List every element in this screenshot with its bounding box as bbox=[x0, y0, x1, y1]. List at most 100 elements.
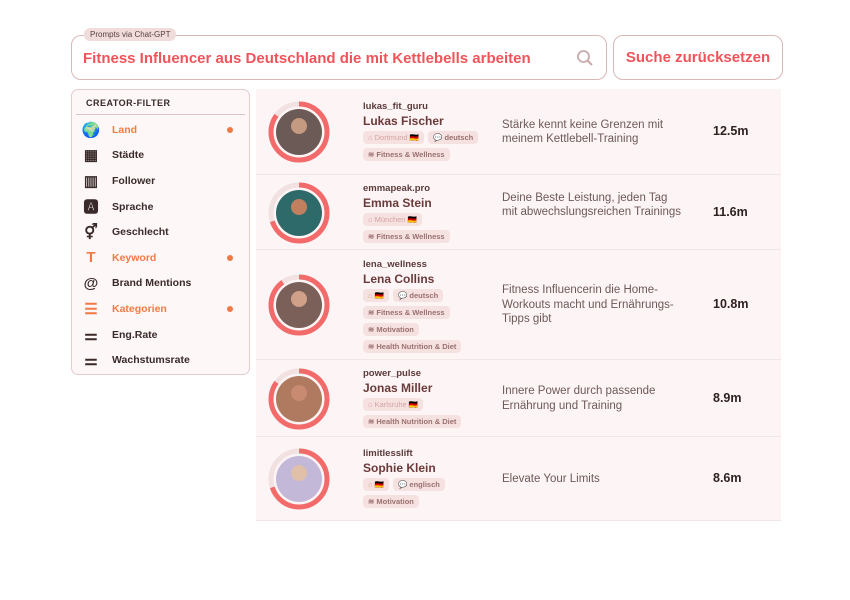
filter-label: Sprache bbox=[112, 200, 154, 213]
active-indicator bbox=[227, 254, 233, 261]
filter-item-kategorien[interactable]: ☰ Kategorien bbox=[72, 296, 249, 322]
german-flag-icon: 🇩🇪 bbox=[409, 133, 419, 142]
filter-label: Städte bbox=[112, 149, 145, 162]
german-flag-icon: 🇩🇪 bbox=[374, 480, 384, 489]
search-input[interactable]: Fitness Influencer aus Deutschland die m… bbox=[83, 50, 531, 67]
location-chip: ⌂ 🇩🇪 bbox=[363, 478, 389, 491]
creator-list: lukas_fit_guru Lukas Fischer ⌂ Dortmund … bbox=[256, 89, 781, 521]
filter-item-eng-rate[interactable]: ⚌ Eng.Rate bbox=[72, 322, 249, 348]
filter-label: Follower bbox=[112, 174, 156, 187]
follower-count: 10.8m bbox=[713, 297, 749, 311]
creator-name[interactable]: Jonas Miller bbox=[363, 381, 493, 395]
creator-row[interactable]: lukas_fit_guru Lukas Fischer ⌂ Dortmund … bbox=[256, 89, 781, 175]
creator-handle[interactable]: limitlesslift bbox=[363, 448, 493, 459]
filter-label: Kategorien bbox=[112, 302, 167, 315]
avatar[interactable] bbox=[268, 182, 330, 244]
search-box[interactable]: Prompts via Chat-GPT Fitness Influencer … bbox=[71, 28, 607, 80]
category-chip: ≋ Fitness & Wellness bbox=[363, 306, 450, 319]
german-flag-icon: 🇩🇪 bbox=[407, 215, 417, 224]
category-chip: ≋ Health Nutrition & Diet bbox=[363, 415, 462, 428]
creator-name[interactable]: Lena Collins bbox=[363, 272, 493, 286]
sliders-icon: ⚌ bbox=[84, 352, 98, 370]
reset-search-button[interactable]: Suche zurücksetzen bbox=[613, 35, 783, 80]
creator-row[interactable]: emmapeak.pro Emma Stein ⌂ München 🇩🇪 ≋ Fi… bbox=[256, 175, 781, 250]
chat-icon: 💬 bbox=[397, 291, 408, 300]
layers-icon: ≋ bbox=[368, 325, 375, 334]
translate-icon: 🅰 bbox=[83, 199, 99, 217]
home-icon: ⌂ bbox=[368, 215, 373, 224]
location-chip: ⌂ 🇩🇪 bbox=[363, 289, 389, 302]
creator-handle[interactable]: lena_wellness bbox=[363, 259, 493, 270]
filter-label: Keyword bbox=[112, 251, 157, 264]
sliders-icon: ⚌ bbox=[84, 326, 98, 344]
home-icon: ⌂ bbox=[368, 480, 373, 489]
filter-item-land[interactable]: 🌍 Land bbox=[72, 117, 249, 143]
chat-icon: 💬 bbox=[433, 133, 443, 142]
filter-item-sprache[interactable]: 🅰 Sprache bbox=[72, 194, 249, 220]
filter-item-städte[interactable]: ▦ Städte bbox=[72, 143, 249, 169]
chat-icon: 💬 bbox=[397, 480, 408, 489]
search-icon[interactable] bbox=[576, 49, 594, 67]
filter-item-wachstumsrate[interactable]: ⚌ Wachstumsrate bbox=[72, 347, 249, 373]
filter-label: Geschlecht bbox=[112, 226, 169, 239]
creator-row[interactable]: limitlesslift Sophie Klein ⌂ 🇩🇪 💬 englisc… bbox=[256, 437, 781, 521]
creator-bio: Innere Power durch passende Ernährung un… bbox=[502, 385, 656, 412]
text-icon: T bbox=[86, 249, 96, 267]
creator-handle[interactable]: emmapeak.pro bbox=[363, 183, 493, 194]
filter-label: Eng.Rate bbox=[112, 328, 158, 341]
category-chip: ≋ Fitness & Wellness bbox=[363, 230, 450, 243]
location-chip: ⌂ Dortmund 🇩🇪 bbox=[363, 131, 424, 144]
filter-item-brand-mentions[interactable]: @ Brand Mentions bbox=[72, 271, 249, 297]
layers-icon: ≋ bbox=[368, 150, 375, 159]
creator-name[interactable]: Sophie Klein bbox=[363, 461, 493, 475]
creator-bio: Fitness Influencerin die Home-Workouts m… bbox=[502, 284, 674, 326]
at-icon: @ bbox=[83, 274, 99, 292]
home-icon: ⌂ bbox=[368, 133, 373, 142]
location-chip: ⌂ München 🇩🇪 bbox=[363, 213, 422, 226]
filter-label: Brand Mentions bbox=[112, 277, 192, 290]
creator-handle[interactable]: power_pulse bbox=[363, 368, 493, 379]
gender-icon: ⚥ bbox=[84, 224, 98, 242]
creator-handle[interactable]: lukas_fit_guru bbox=[363, 101, 493, 112]
category-chip: ≋ Motivation bbox=[363, 323, 419, 336]
layers-icon: ≋ bbox=[368, 497, 375, 506]
prompt-badge: Prompts via Chat-GPT bbox=[84, 28, 177, 41]
filter-label: Land bbox=[112, 123, 138, 136]
layers-icon: ≋ bbox=[368, 342, 375, 351]
german-flag-icon: 🇩🇪 bbox=[374, 291, 384, 300]
layers-icon: ≋ bbox=[368, 308, 375, 317]
category-chip: ≋ Health Nutrition & Diet bbox=[363, 340, 462, 353]
avatar[interactable] bbox=[268, 368, 330, 430]
list-icon: ☰ bbox=[84, 300, 98, 318]
filter-item-keyword[interactable]: T Keyword bbox=[72, 245, 249, 271]
german-flag-icon: 🇩🇪 bbox=[408, 400, 419, 409]
avatar[interactable] bbox=[268, 274, 330, 336]
category-chip: ≋ Fitness & Wellness bbox=[363, 148, 450, 161]
creator-bio: Stärke kennt keine Grenzen mit meinem Ke… bbox=[502, 118, 664, 146]
creator-bio: Elevate Your Limits bbox=[502, 472, 600, 485]
avatar[interactable] bbox=[268, 448, 330, 510]
layers-icon: ≋ bbox=[368, 232, 375, 241]
creator-name[interactable]: Lukas Fischer bbox=[363, 114, 493, 128]
avatar[interactable] bbox=[268, 101, 330, 163]
creator-row[interactable]: lena_wellness Lena Collins ⌂ 🇩🇪 💬 deutsch… bbox=[256, 250, 781, 360]
filter-label: Wachstumsrate bbox=[112, 354, 190, 367]
location-chip: ⌂ Karlsruhe 🇩🇪 bbox=[363, 398, 424, 411]
creator-bio: Deine Beste Leistung, jeden Tag mit abwe… bbox=[502, 191, 681, 219]
filter-item-geschlecht[interactable]: ⚥ Geschlecht bbox=[72, 219, 249, 245]
buildings-icon: ▦ bbox=[83, 147, 99, 165]
language-chip: 💬 englisch bbox=[392, 478, 445, 491]
language-chip: 💬 deutsch bbox=[428, 131, 479, 144]
creator-name[interactable]: Emma Stein bbox=[363, 196, 493, 210]
filter-title: CREATOR-FILTER bbox=[76, 90, 245, 115]
home-icon: ⌂ bbox=[368, 291, 373, 300]
bar-chart-icon: ▥ bbox=[83, 172, 99, 190]
follower-count: 11.6m bbox=[713, 204, 748, 219]
filter-item-follower[interactable]: ▥ Follower bbox=[72, 168, 249, 194]
creator-row[interactable]: power_pulse Jonas Miller ⌂ Karlsruhe 🇩🇪 ≋… bbox=[256, 360, 781, 437]
layers-icon: ≋ bbox=[368, 417, 375, 426]
follower-count: 8.6m bbox=[713, 471, 742, 485]
follower-count: 8.9m bbox=[713, 390, 742, 405]
category-chip: ≋ Motivation bbox=[363, 495, 419, 508]
home-icon: ⌂ bbox=[368, 400, 373, 409]
